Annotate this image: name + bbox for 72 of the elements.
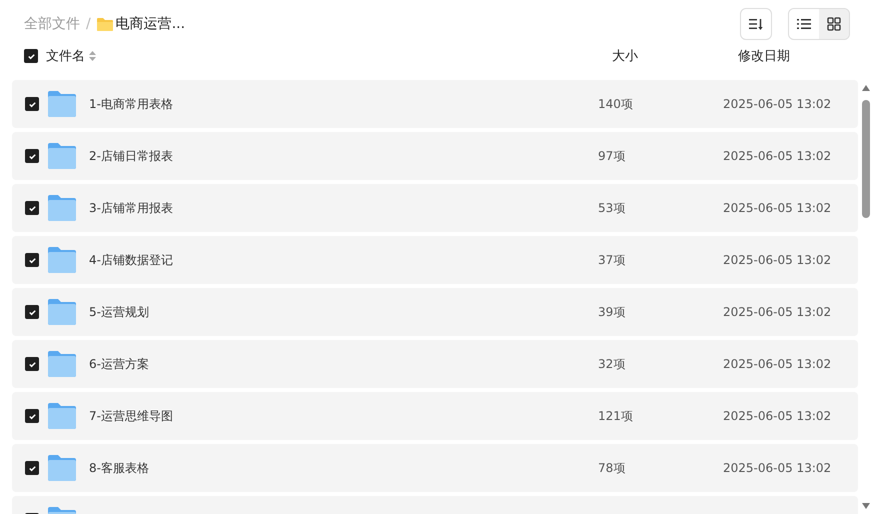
file-name: 1-电商常用表格 — [89, 96, 173, 110]
scroll-up-icon[interactable] — [861, 84, 871, 92]
item-count: 32项 — [598, 356, 626, 370]
scrollbar-thumb[interactable] — [862, 100, 870, 218]
file-name: 2-店铺日常报表 — [89, 148, 173, 162]
checkbox[interactable] — [25, 357, 39, 371]
modified-date: 2025-06-05 13:02 — [723, 97, 832, 111]
check-icon — [26, 52, 36, 60]
folder-icon — [47, 246, 77, 274]
checkbox[interactable] — [25, 461, 39, 475]
checkbox[interactable] — [25, 201, 39, 215]
modified-date: 2025-06-05 13:02 — [723, 201, 832, 215]
file-row[interactable]: 2-店铺日常报表 97项 2025-06-05 13:02 — [12, 132, 858, 180]
folder-icon — [47, 194, 77, 222]
column-header[interactable]: 文件名 — [46, 47, 85, 65]
sort-icon — [749, 17, 763, 31]
checkbox[interactable] — [25, 149, 39, 163]
folder-icon — [47, 402, 77, 430]
breadcrumb-separator: / — [86, 16, 91, 32]
checkbox[interactable] — [24, 49, 38, 63]
file-name: 8-客服表格 — [89, 460, 149, 474]
file-row[interactable]: 1-电商常用表格 140项 2025-06-05 13:02 — [12, 80, 858, 128]
item-count: 53项 — [598, 200, 626, 214]
checkbox[interactable] — [25, 97, 39, 111]
check-icon — [28, 204, 36, 212]
check-icon — [28, 412, 36, 420]
modified-date: 2025-06-05 13:02 — [723, 253, 832, 267]
column-header[interactable]: 修改日期 — [738, 47, 790, 65]
checkbox[interactable] — [25, 409, 39, 423]
file-row[interactable]: 6-运营方案 32项 2025-06-05 13:02 — [12, 340, 858, 388]
file-row[interactable]: 5-运营规划 39项 2025-06-05 13:02 — [12, 288, 858, 336]
breadcrumb-item[interactable]: 电商运营... — [116, 15, 186, 33]
check-icon — [28, 100, 36, 108]
folder-icon — [47, 142, 77, 170]
item-count: 97项 — [598, 148, 626, 162]
list-icon — [797, 17, 811, 31]
check-icon — [28, 256, 36, 264]
file-row[interactable]: 8-客服表格 78项 2025-06-05 13:02 — [12, 444, 858, 492]
item-count: 78项 — [598, 460, 626, 474]
file-row[interactable]: 3-店铺常用报表 53项 2025-06-05 13:02 — [12, 184, 858, 232]
file-name: 3-店铺常用报表 — [89, 200, 173, 214]
file-name: 4-店铺数据登记 — [89, 252, 173, 266]
file-row[interactable]: 7-运营思维导图 121项 2025-06-05 13:02 — [12, 392, 858, 440]
checkbox[interactable] — [25, 305, 39, 319]
view-toggle-button[interactable] — [789, 9, 819, 39]
file-name: 7-运营思维导图 — [89, 408, 173, 422]
column-header[interactable]: 大小 — [612, 49, 638, 64]
folder-icon — [47, 298, 77, 326]
folder-icon — [96, 17, 113, 31]
scroll-down-icon[interactable] — [861, 502, 871, 510]
checkbox[interactable] — [25, 253, 39, 267]
sort-button[interactable] — [740, 8, 772, 40]
file-row[interactable]: 4-店铺数据登记 37项 2025-06-05 13:02 — [12, 236, 858, 284]
check-icon — [28, 360, 36, 368]
modified-date: 2025-06-05 13:02 — [723, 357, 832, 371]
folder-icon — [47, 350, 77, 378]
item-count: 140项 — [598, 96, 633, 110]
modified-date: 2025-06-05 13:02 — [723, 149, 832, 163]
item-count: 39项 — [598, 304, 626, 318]
modified-date: 2025-06-05 13:02 — [723, 409, 832, 423]
folder-icon — [47, 454, 77, 482]
file-name: 5-运营规划 — [89, 304, 149, 318]
check-icon — [28, 464, 36, 472]
item-count: 121项 — [598, 408, 633, 422]
check-icon — [28, 152, 36, 160]
check-icon — [28, 308, 36, 316]
grid-icon — [827, 17, 841, 31]
folder-icon — [47, 90, 77, 118]
item-count: 37项 — [598, 252, 626, 266]
modified-date: 2025-06-05 13:02 — [723, 461, 832, 475]
modified-date: 2025-06-05 13:02 — [723, 305, 832, 319]
file-name: 6-运营方案 — [89, 356, 149, 370]
